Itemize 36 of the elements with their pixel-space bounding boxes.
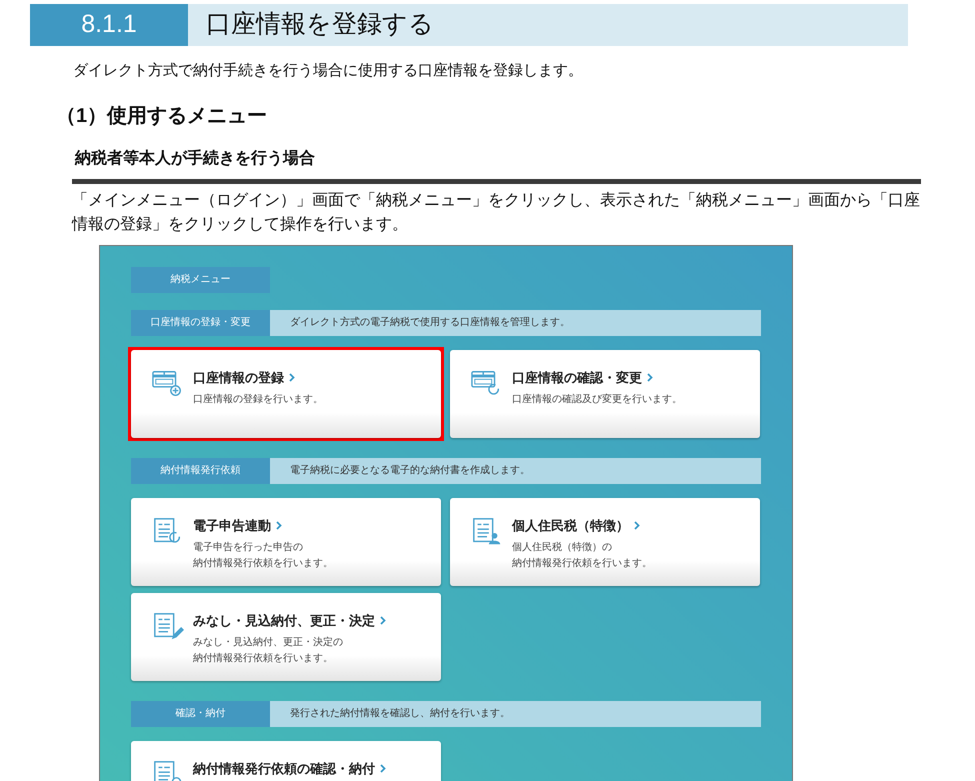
category-description: 発行された納付情報を確認し、納付を行います。 bbox=[270, 700, 761, 726]
chevron-icon bbox=[276, 520, 282, 530]
category-description: ダイレクト方式の電子納税で使用する口座情報を管理します。 bbox=[270, 310, 761, 336]
menu-card[interactable]: みなし・見込納付、更正・決定 みなし・見込納付、更正・決定の 納付情報発行依頼を行います。 bbox=[131, 592, 441, 680]
card-title: 口座情報の確認・変更 bbox=[512, 368, 642, 386]
menu-title: 納税メニュー bbox=[131, 266, 270, 292]
card-title: 電子申告連動 bbox=[193, 516, 271, 534]
card-title: 個人住民税（特徴） bbox=[512, 516, 629, 534]
chevron-icon bbox=[289, 372, 295, 382]
menu-card[interactable]: 個人住民税（特徴） 個人住民税（特徴）の 納付情報発行依頼を行います。 bbox=[450, 498, 760, 586]
menu-card[interactable]: 口座情報の確認・変更 口座情報の確認及び変更を行います。 bbox=[450, 350, 760, 438]
card-description: 口座情報の確認及び変更を行います。 bbox=[512, 392, 682, 407]
menu-card[interactable]: 電子申告連動 電子申告を行った申告の 納付情報発行依頼を行います。 bbox=[131, 498, 441, 586]
card-description: 口座情報の登録を行います。 bbox=[193, 392, 323, 407]
chevron-icon bbox=[634, 520, 640, 530]
case-heading: 納税者等本人が手続きを行う場合 bbox=[75, 148, 316, 168]
chevron-icon bbox=[380, 764, 386, 773]
section-number: 8.1.1 bbox=[30, 4, 188, 46]
menu-card[interactable]: 口座情報の登録 口座情報の登録を行います。 bbox=[131, 350, 441, 438]
card-description: 個人住民税（特徴）の 納付情報発行依頼を行います。 bbox=[512, 540, 652, 571]
intro-text: ダイレクト方式で納付手続きを行う場合に使用する口座情報を登録します。 bbox=[73, 61, 584, 81]
instruction-text: 「メインメニュー（ログイン）」画面で「納税メニュー」をクリックし、表示された「納税メニュー」画面から「口座情報の登録」をクリックして操作を行います。 bbox=[72, 190, 921, 234]
section-title: 口座情報を登録する bbox=[188, 4, 908, 46]
category-label: 口座情報の登録・変更 bbox=[131, 310, 270, 336]
card-description: みなし・見込納付、更正・決定の 納付情報発行依頼を行います。 bbox=[193, 636, 344, 666]
subsection-heading: （1）使用するメニュー bbox=[56, 104, 268, 128]
card-description: 電子申告を行った申告の 納付情報発行依頼を行います。 bbox=[193, 540, 333, 571]
category-label: 確認・納付 bbox=[131, 700, 270, 726]
chevron-icon bbox=[380, 616, 386, 625]
category-description: 電子納税に必要となる電子的な納付書を作成します。 bbox=[270, 458, 761, 484]
chevron-icon bbox=[647, 372, 653, 382]
category-label: 納付情報発行依頼 bbox=[131, 458, 270, 484]
card-title: みなし・見込納付、更正・決定 bbox=[193, 612, 375, 630]
card-title: 納付情報発行依頼の確認・納付 bbox=[193, 760, 375, 778]
menu-card[interactable]: 納付情報発行依頼の確認・納付 bbox=[131, 740, 441, 781]
card-title: 口座情報の登録 bbox=[193, 368, 284, 386]
